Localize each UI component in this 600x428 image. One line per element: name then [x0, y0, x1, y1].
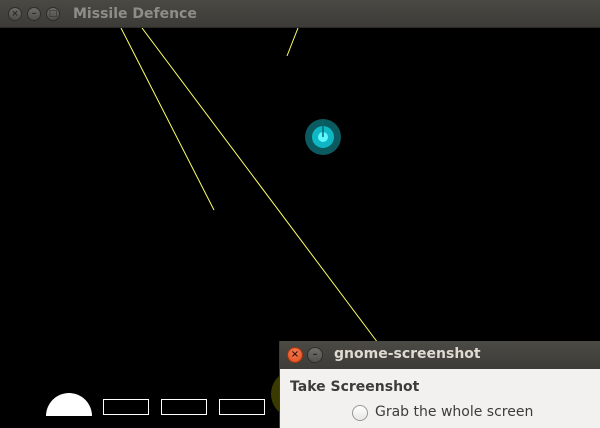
missile-trail [141, 28, 379, 344]
dialog-heading: Take Screenshot [290, 379, 420, 395]
targeting-reticle [305, 119, 341, 155]
dialog-title: gnome-screenshot [334, 346, 481, 362]
game-window-titlebar[interactable]: × – □ Missile Defence [0, 0, 600, 28]
city-building [219, 399, 265, 415]
city-building [161, 399, 207, 415]
screenshot-dialog[interactable]: × – gnome-screenshot Take Screenshot Gra… [279, 341, 600, 428]
missile-trail [120, 28, 215, 211]
grab-whole-screen-label[interactable]: Grab the whole screen [375, 404, 533, 420]
window-maximize-button[interactable]: □ [46, 7, 60, 21]
city-building [103, 399, 149, 415]
dialog-close-button[interactable]: × [287, 347, 303, 363]
missile-trail [286, 28, 299, 57]
grab-whole-screen-radio[interactable] [352, 405, 368, 421]
dialog-titlebar[interactable]: × – gnome-screenshot [280, 341, 600, 369]
missile-silo-dome [46, 393, 92, 416]
window-close-button[interactable]: × [8, 7, 22, 21]
window-minimize-button[interactable]: – [27, 7, 41, 21]
window-title: Missile Defence [73, 6, 197, 22]
dialog-minimize-button[interactable]: – [307, 347, 323, 363]
